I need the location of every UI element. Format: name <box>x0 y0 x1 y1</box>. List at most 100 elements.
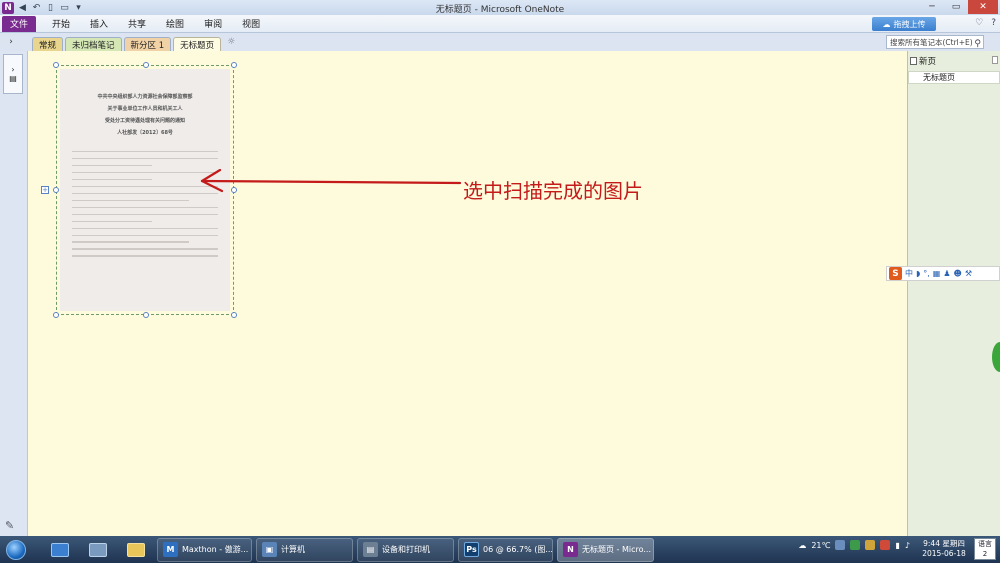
back-icon[interactable]: ◀ <box>17 2 28 13</box>
punctuation-icon[interactable]: °, <box>923 269 930 278</box>
scan-text-line <box>72 192 218 194</box>
volume-icon[interactable]: ♪ <box>905 541 910 550</box>
scan-title-line: 中共中央组织部人力资源社会保障部监察部 <box>97 94 193 100</box>
network-tray-icon[interactable]: ▮ <box>895 541 899 550</box>
language-label: 语言 <box>978 540 992 548</box>
search-icon[interactable]: ⚲ <box>974 39 981 49</box>
scan-text-line <box>72 213 218 215</box>
shield-icon[interactable] <box>865 540 876 550</box>
task-label: 设备和打印机 <box>382 545 430 554</box>
tab-share[interactable]: 共享 <box>118 17 156 30</box>
maximize-button[interactable]: ▭ <box>944 0 968 14</box>
resize-handle[interactable] <box>53 312 59 318</box>
scan-text-line <box>72 185 218 187</box>
page-list-scroll-icon[interactable] <box>992 56 998 64</box>
quick-access-toolbar: N ◀ ↶ ▯ ▭ ▾ <box>0 1 84 14</box>
weather-icon[interactable]: ☁ <box>798 541 806 550</box>
search-input[interactable]: 搜索所有笔记本(Ctrl+E) ⚲ <box>886 35 984 49</box>
folder-icon <box>127 542 145 557</box>
scan-text-line <box>72 241 189 243</box>
dock-icon[interactable]: ▯ <box>45 2 56 13</box>
language-bar[interactable]: 语言 2 <box>974 538 996 560</box>
notebook-navigation: › ▤ ✎ <box>0 51 28 536</box>
tab-insert[interactable]: 插入 <box>80 17 118 30</box>
unfiled-notes-icon[interactable]: ✎ <box>5 519 14 532</box>
section-tab-new-section-1[interactable]: 新分区 1 <box>123 37 172 51</box>
scan-text-line <box>72 255 218 257</box>
clock-time: 9:44 星期四 <box>923 539 965 548</box>
collapse-ribbon-icon[interactable]: ♡ <box>975 18 983 28</box>
system-tray: ☁ 21℃ ▮ ♪ <box>798 540 910 550</box>
add-section-icon[interactable]: ☼ <box>227 37 235 47</box>
task-computer[interactable]: ▣ 计算机 <box>256 537 353 562</box>
close-button[interactable]: ✕ <box>968 0 998 14</box>
task-photoshop[interactable]: Ps 06 @ 66.7% (图... <box>458 537 553 562</box>
system-clock[interactable]: 9:44 星期四 2015-06-18 <box>918 539 970 559</box>
tab-draw[interactable]: 绘图 <box>156 17 194 30</box>
task-label: 无标题页 - Micro... <box>582 545 651 554</box>
scan-text-line <box>72 150 218 152</box>
notebook-expand-button[interactable]: › ▤ <box>3 54 23 94</box>
section-tab-untitled-page[interactable]: 无标题页 <box>173 37 222 51</box>
help-icon[interactable]: ? <box>991 18 996 28</box>
new-page-button[interactable]: 新页 <box>910 55 936 67</box>
half-width-icon[interactable]: ◗ <box>916 269 920 278</box>
annotation-text: 选中扫描完成的图片 <box>463 179 643 203</box>
minimize-button[interactable]: ─ <box>920 0 944 14</box>
task-label: 计算机 <box>281 545 305 554</box>
task-devices-printers[interactable]: ▤ 设备和打印机 <box>357 537 454 562</box>
task-maxthon[interactable]: M Maxthon - 傲游... <box>157 537 252 562</box>
tools-icon[interactable]: ⚒ <box>965 269 972 278</box>
language-number: 2 <box>982 550 988 558</box>
resize-handle[interactable] <box>143 62 149 68</box>
tray-alert-icon[interactable] <box>880 540 891 550</box>
scan-text-line <box>72 248 218 250</box>
tab-home[interactable]: 开始 <box>42 17 80 30</box>
tray-app-icon[interactable] <box>835 540 846 550</box>
file-tab[interactable]: 文件 <box>2 15 36 32</box>
section-tab-unfiled-notes[interactable]: 未归档笔记 <box>65 37 122 51</box>
expand-notebooks-icon[interactable]: › <box>0 33 22 51</box>
container-move-handle[interactable]: + <box>41 186 49 194</box>
undo-icon[interactable]: ↶ <box>31 2 42 13</box>
scan-text-line <box>72 220 153 222</box>
scan-text-line <box>72 157 218 159</box>
tab-view[interactable]: 视图 <box>232 17 270 30</box>
skin-icon[interactable]: ♟ <box>943 269 950 278</box>
start-button[interactable] <box>3 538 29 562</box>
page-canvas[interactable]: + 中共中央组织部人力资源社会保障部监察部 关于事业单位工作人员和机关工人 受处… <box>28 51 907 536</box>
tab-review[interactable]: 审阅 <box>194 17 232 30</box>
resize-handle[interactable] <box>53 187 59 193</box>
fullpage-icon[interactable]: ▭ <box>59 2 70 13</box>
task-onenote[interactable]: N 无标题页 - Micro... <box>557 537 654 562</box>
user-icon[interactable]: ☻ <box>954 269 962 278</box>
search-placeholder: 搜索所有笔记本(Ctrl+E) <box>890 37 973 47</box>
drag-upload-label: 拖拽上传 <box>893 19 926 29</box>
resize-handle[interactable] <box>143 312 149 318</box>
onenote-app-icon[interactable]: N <box>2 1 14 14</box>
resize-handle[interactable] <box>231 62 237 68</box>
pinned-desktop[interactable] <box>43 538 77 562</box>
scan-text-line <box>72 234 218 236</box>
security-icon[interactable] <box>850 540 861 550</box>
customize-qat-icon[interactable]: ▾ <box>73 2 84 13</box>
drag-upload-button[interactable]: ☁ 拖拽上传 <box>872 17 936 31</box>
pinned-network[interactable] <box>81 538 115 562</box>
resize-handle[interactable] <box>231 312 237 318</box>
ime-mode-toggle[interactable]: 中 <box>905 268 913 279</box>
section-tabs-bar: › 常规 未归档笔记 新分区 1 无标题页 ☼ 搜索所有笔记本(Ctrl+E) … <box>0 33 1000 51</box>
notebook-icon: ▤ <box>9 74 17 83</box>
temperature-text: 21℃ <box>811 540 831 550</box>
resize-handle[interactable] <box>53 62 59 68</box>
section-tab-general[interactable]: 常规 <box>32 37 64 51</box>
network-icon <box>89 542 107 557</box>
keyboard-icon[interactable]: ▦ <box>933 269 941 278</box>
clock-date: 2015-06-18 <box>922 549 966 558</box>
scan-text-line <box>72 206 218 208</box>
page-item-untitled[interactable]: 无标题页 <box>908 71 1000 84</box>
sogou-ime-icon[interactable]: S <box>889 267 902 280</box>
scan-title-line: 关于事业单位工作人员和机关工人 <box>107 106 183 112</box>
page-list-pane: 新页 无标题页 <box>907 51 1000 536</box>
pinned-explorer[interactable] <box>119 538 153 562</box>
ime-toolbar: S 中 ◗ °, ▦ ♟ ☻ ⚒ <box>886 266 1000 281</box>
